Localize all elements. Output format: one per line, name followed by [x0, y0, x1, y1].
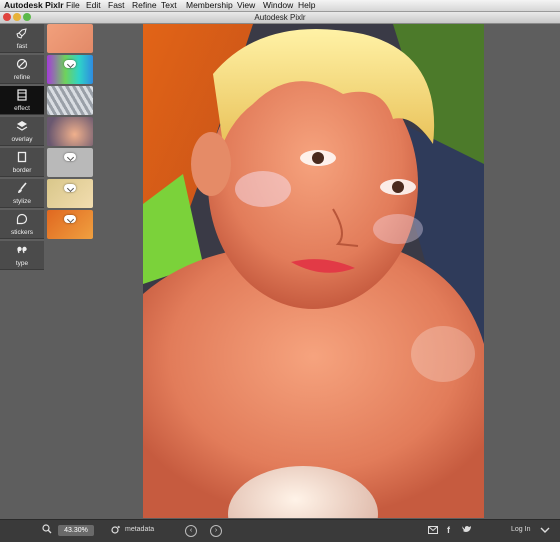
sticker-icon — [0, 210, 44, 229]
cloud-download-icon — [64, 184, 76, 192]
tool-stylize[interactable]: stylize — [0, 179, 44, 208]
tool-refine-label: refine — [13, 74, 31, 81]
zoom-search-icon[interactable] — [42, 524, 52, 536]
quote-icon — [0, 241, 44, 260]
cloud-download-icon — [64, 215, 76, 223]
tool-border-label: border — [12, 167, 32, 174]
film-icon — [0, 86, 44, 105]
tool-sidebar: fast refine effect overlay border styliz… — [0, 24, 44, 270]
zoom-window-button[interactable] — [23, 13, 31, 21]
tool-fast[interactable]: fast — [0, 24, 44, 53]
tool-stylize-label: stylize — [12, 198, 32, 205]
menu-membership[interactable]: Membership — [186, 0, 233, 11]
tool-type-label: type — [15, 260, 29, 267]
menu-edit[interactable]: Edit — [86, 0, 101, 11]
window-title-bar: Autodesk Pixlr — [0, 12, 560, 24]
layers-icon — [0, 117, 44, 136]
photo-image — [143, 24, 484, 518]
preset-thumbnail[interactable] — [47, 24, 93, 53]
tool-overlay[interactable]: overlay — [0, 117, 44, 146]
next-arrow-icon[interactable]: › — [210, 525, 222, 537]
facebook-icon[interactable]: f — [447, 525, 450, 535]
tool-border[interactable]: border — [0, 148, 44, 177]
menu-file[interactable]: File — [66, 0, 80, 11]
menu-refine[interactable]: Refine — [132, 0, 157, 11]
twitter-icon[interactable] — [462, 525, 472, 536]
refine-icon — [0, 55, 44, 74]
menu-app-name[interactable]: Autodesk Pixlr — [4, 0, 64, 11]
menu-window[interactable]: Window — [263, 0, 293, 11]
menu-bar: Autodesk Pixlr File Edit Fast Refine Tex… — [0, 0, 560, 12]
tool-overlay-label: overlay — [11, 136, 33, 143]
metadata-icon[interactable] — [111, 525, 121, 537]
status-bar: 43.30% metadata ‹ › f Log In — [0, 519, 560, 542]
rocket-icon — [0, 24, 44, 43]
tool-fast-label: fast — [16, 43, 28, 50]
metadata-label[interactable]: metadata — [125, 526, 154, 533]
preset-thumbnail[interactable] — [47, 179, 93, 208]
tool-type[interactable]: type — [0, 241, 44, 270]
cloud-download-icon — [64, 153, 76, 161]
tool-stickers-label: stickers — [10, 229, 34, 236]
close-window-button[interactable] — [3, 13, 11, 21]
preset-thumbnail[interactable] — [47, 117, 93, 146]
menu-text[interactable]: Text — [161, 0, 177, 11]
preset-thumbnail[interactable] — [47, 148, 93, 177]
preset-thumbnail[interactable] — [47, 210, 93, 239]
tool-refine[interactable]: refine — [0, 55, 44, 84]
frame-icon — [0, 148, 44, 167]
preset-thumbnail[interactable] — [47, 55, 93, 84]
tool-effect-label: effect — [14, 105, 30, 112]
email-icon[interactable] — [428, 526, 438, 536]
menu-fast[interactable]: Fast — [108, 0, 125, 11]
minimize-window-button[interactable] — [13, 13, 21, 21]
previous-arrow-icon[interactable]: ‹ — [185, 525, 197, 537]
tool-stickers[interactable]: stickers — [0, 210, 44, 239]
chevron-icon[interactable] — [540, 525, 550, 537]
menu-view[interactable]: View — [237, 0, 255, 11]
window-title: Autodesk Pixlr — [254, 13, 306, 22]
preset-thumbnail[interactable] — [47, 86, 93, 115]
photo-canvas[interactable] — [143, 24, 484, 518]
login-link[interactable]: Log In — [511, 526, 530, 533]
tool-effect[interactable]: effect — [0, 86, 44, 115]
menu-help[interactable]: Help — [298, 0, 315, 11]
zoom-level[interactable]: 43.30% — [58, 525, 94, 536]
brush-icon — [0, 179, 44, 198]
cloud-download-icon — [64, 60, 76, 68]
